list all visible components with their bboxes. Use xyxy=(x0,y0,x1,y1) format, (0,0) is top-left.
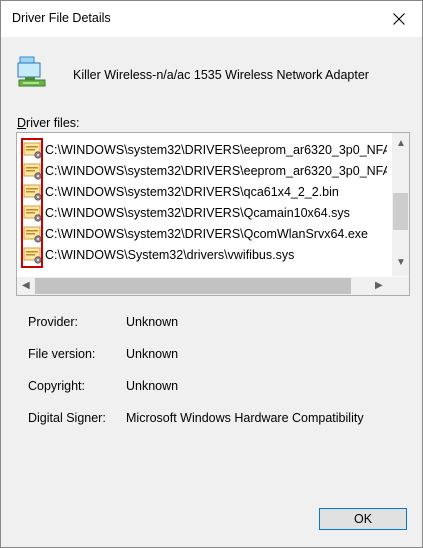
scroll-left-icon[interactable]: ◀ xyxy=(22,281,30,291)
horizontal-scroll-thumb[interactable] xyxy=(35,278,351,294)
driver-file-icon xyxy=(23,163,42,180)
close-button[interactable] xyxy=(376,1,422,37)
scroll-down-icon[interactable]: ▼ xyxy=(396,258,406,268)
driver-file-row[interactable]: C:\WINDOWS\system32\DRIVERS\eeprom_ar632… xyxy=(23,139,387,161)
provider-label: Provider: xyxy=(28,315,79,329)
close-icon xyxy=(393,13,405,25)
driver-file-path: C:\WINDOWS\system32\DRIVERS\eeprom_ar632… xyxy=(45,164,387,178)
driver-file-row[interactable]: C:\WINDOWS\system32\DRIVERS\QcomWlanSrvx… xyxy=(23,223,387,245)
scrollbar-corner xyxy=(392,277,409,295)
digital-signer-label: Digital Signer: xyxy=(28,411,106,425)
scroll-right-icon[interactable]: ▶ xyxy=(375,281,383,291)
driver-file-path: C:\WINDOWS\system32\DRIVERS\Qcamain10x64… xyxy=(45,206,350,220)
window-title: Driver File Details xyxy=(12,11,111,25)
driver-file-path: C:\WINDOWS\system32\DRIVERS\QcomWlanSrvx… xyxy=(45,227,368,241)
driver-file-icon xyxy=(23,247,42,264)
horizontal-scrollbar[interactable]: ◀ ▶ xyxy=(17,277,392,295)
driver-files-list[interactable]: C:\WINDOWS\system32\DRIVERS\eeprom_ar632… xyxy=(16,132,410,296)
ok-button[interactable]: OK xyxy=(319,508,407,530)
driver-files-accelerator: D xyxy=(17,116,27,130)
driver-file-icon xyxy=(23,142,42,159)
driver-file-path: C:\WINDOWS\System32\drivers\vwifibus.sys xyxy=(45,248,295,262)
vertical-scroll-thumb[interactable] xyxy=(393,193,408,230)
driver-file-row[interactable]: C:\WINDOWS\system32\DRIVERS\eeprom_ar632… xyxy=(23,160,387,182)
driver-files-label: Driver files: xyxy=(17,116,80,130)
driver-file-icon xyxy=(23,226,42,243)
file-version-label: File version: xyxy=(28,347,96,361)
vertical-scrollbar[interactable]: ▲ ▼ xyxy=(392,133,409,276)
copyright-label: Copyright: xyxy=(28,379,85,393)
driver-file-row[interactable]: C:\WINDOWS\system32\DRIVERS\Qcamain10x64… xyxy=(23,202,387,224)
network-adapter-icon xyxy=(17,56,46,87)
driver-files-label-rest: river files: xyxy=(26,116,80,130)
driver-file-icon xyxy=(23,184,42,201)
driver-file-row[interactable]: C:\WINDOWS\system32\DRIVERS\qca61x4_2_2.… xyxy=(23,181,387,203)
title-bar: Driver File Details xyxy=(1,1,422,37)
driver-file-row[interactable]: C:\WINDOWS\System32\drivers\vwifibus.sys xyxy=(23,244,387,266)
digital-signer-value: Microsoft Windows Hardware Compatibility xyxy=(126,411,364,425)
file-version-value: Unknown xyxy=(126,347,179,361)
driver-file-path: C:\WINDOWS\system32\DRIVERS\qca61x4_2_2.… xyxy=(45,185,339,199)
device-name: Killer Wireless-n/a/ac 1535 Wireless Net… xyxy=(73,68,369,82)
driver-file-icon xyxy=(23,205,42,222)
driver-file-details-dialog: Driver File Details Killer Wireless-n/a/… xyxy=(0,0,423,548)
scroll-up-icon[interactable]: ▲ xyxy=(396,139,406,149)
copyright-value: Unknown xyxy=(126,379,179,393)
provider-value: Unknown xyxy=(126,315,179,329)
driver-file-path: C:\WINDOWS\system32\DRIVERS\eeprom_ar632… xyxy=(45,143,387,157)
